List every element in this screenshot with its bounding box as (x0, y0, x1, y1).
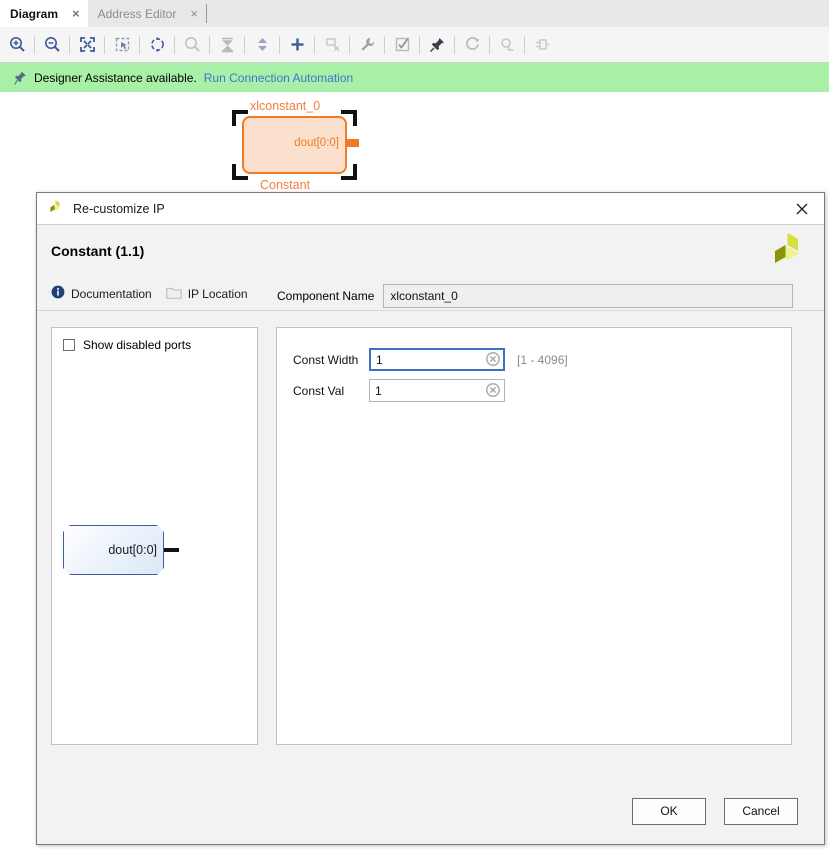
pushpin-icon (14, 71, 27, 85)
add-ip-icon[interactable] (284, 32, 310, 58)
block-instance-name: xlconstant_0 (250, 99, 321, 113)
ip-heading: Constant (1.1) (51, 243, 145, 259)
run-connection-automation-link[interactable]: Run Connection Automation (204, 71, 353, 85)
app-root: Diagram × Address Editor × Designer Assi… (0, 0, 829, 849)
toolbar-separator (489, 35, 490, 54)
toolbar-separator (139, 35, 140, 54)
toolbar-separator (244, 35, 245, 54)
const-val-row: Const Val (277, 371, 791, 402)
ip-location-link[interactable]: IP Location (166, 286, 248, 302)
ip-symbol-block: dout[0:0] (63, 525, 164, 575)
dialog-header: Constant (1.1) (37, 225, 824, 277)
tab-diagram-close-icon[interactable]: × (72, 7, 80, 20)
refresh-icon[interactable] (459, 32, 485, 58)
clear-field-icon[interactable] (486, 352, 500, 369)
xilinx-logo-large-icon (766, 229, 808, 274)
const-val-field-wrap (369, 379, 505, 402)
optimize-routing-icon[interactable] (144, 32, 170, 58)
zoom-fit-icon[interactable] (74, 32, 100, 58)
parameters-panel: Component Name Const Width [1 - 4096] Co… (276, 284, 793, 745)
show-disabled-ports-checkbox[interactable] (63, 339, 75, 351)
cancel-button[interactable]: Cancel (724, 797, 798, 825)
diagram-toolbar (0, 27, 829, 63)
regenerate-layout-icon[interactable] (494, 32, 520, 58)
ok-button[interactable]: OK (632, 797, 706, 825)
ip-symbol-preview: dout[0:0] (63, 525, 179, 575)
show-disabled-ports-row[interactable]: Show disabled ports (52, 328, 257, 352)
validate-design-icon[interactable] (389, 32, 415, 58)
tab-address-editor[interactable]: Address Editor × (87, 0, 206, 27)
toolbar-separator (174, 35, 175, 54)
expand-all-icon[interactable] (249, 32, 275, 58)
symbol-panel: Show disabled ports dout[0:0] (51, 327, 258, 745)
selection-handle-bottom-right (341, 164, 357, 180)
tab-diagram[interactable]: Diagram × (0, 0, 88, 27)
dialog-title-bar: Re-customize IP (37, 193, 824, 225)
const-val-label: Const Val (293, 383, 345, 398)
const-width-label: Const Width (293, 352, 359, 367)
const-width-input[interactable] (369, 348, 505, 371)
toolbar-separator (279, 35, 280, 54)
dialog-title: Re-customize IP (73, 201, 165, 216)
collapse-all-icon[interactable] (214, 32, 240, 58)
const-val-input[interactable] (369, 379, 505, 402)
toolbar-separator (104, 35, 105, 54)
block-port-label: dout[0:0] (294, 137, 339, 149)
dialog-footer: OK Cancel (37, 778, 824, 844)
toolbar-separator (454, 35, 455, 54)
ip-symbol-output-pin (164, 548, 179, 552)
toolbar-separator (34, 35, 35, 54)
toolbar-separator (384, 35, 385, 54)
component-name-input[interactable] (383, 284, 793, 308)
toolbar-separator (524, 35, 525, 54)
folder-icon (166, 286, 182, 302)
toolbar-separator (69, 35, 70, 54)
info-icon (51, 285, 65, 302)
const-width-row: Const Width [1 - 4096] (277, 328, 791, 371)
tab-address-editor-close-icon[interactable]: × (190, 7, 198, 20)
const-width-range-hint: [1 - 4096] (517, 352, 568, 367)
selection-handle-top-right (341, 110, 357, 126)
block-xlconstant-0[interactable]: xlconstant_0 dout[0:0] Constant (232, 99, 359, 192)
tab-address-editor-label: Address Editor (97, 6, 177, 21)
close-icon[interactable] (780, 193, 824, 224)
search-icon[interactable] (179, 32, 205, 58)
xilinx-logo-icon (47, 199, 64, 218)
toolbar-separator (314, 35, 315, 54)
show-disabled-ports-label: Show disabled ports (83, 338, 192, 352)
selection-handle-top-left (232, 110, 248, 126)
zoom-in-icon[interactable] (4, 32, 30, 58)
re-customize-ip-dialog: Re-customize IP Constant (1.1) Documenta (36, 192, 825, 845)
designer-assistance-bar: Designer Assistance available. Run Conne… (0, 63, 829, 92)
documentation-label: Documentation (71, 286, 152, 301)
assistance-message: Designer Assistance available. (34, 70, 197, 85)
component-name-label: Component Name (277, 289, 375, 303)
block-output-pin (347, 139, 359, 147)
tab-strip-caret (205, 4, 207, 23)
block-body[interactable]: dout[0:0] (242, 116, 347, 174)
selection-handle-bottom-left (232, 164, 248, 180)
ip-location-label: IP Location (187, 286, 248, 301)
const-width-field-wrap (369, 348, 505, 371)
zoom-out-icon[interactable] (39, 32, 65, 58)
toolbar-separator (419, 35, 420, 54)
tab-diagram-label: Diagram (10, 6, 59, 21)
add-module-icon[interactable] (319, 32, 345, 58)
create-port-icon[interactable] (529, 32, 555, 58)
pin-icon[interactable] (424, 32, 450, 58)
toolbar-separator (349, 35, 350, 54)
tab-strip: Diagram × Address Editor × (0, 0, 829, 28)
dialog-body: Show disabled ports dout[0:0] Component … (37, 284, 824, 745)
documentation-link[interactable]: Documentation (51, 285, 152, 302)
block-type-name: Constant (260, 178, 311, 192)
clear-field-icon[interactable] (486, 383, 500, 400)
component-name-row: Component Name (277, 284, 793, 308)
toolbar-separator (209, 35, 210, 54)
ip-symbol-port-label: dout[0:0] (108, 543, 157, 557)
settings-wrench-icon[interactable] (354, 32, 380, 58)
fit-selection-icon[interactable] (109, 32, 135, 58)
